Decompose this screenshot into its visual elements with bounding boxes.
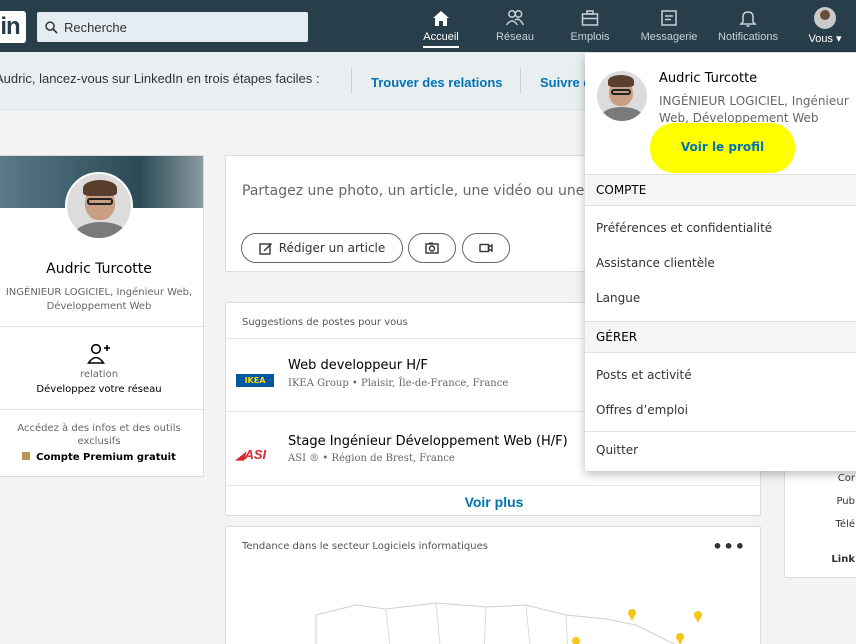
rail-link[interactable]: Cor — [838, 473, 855, 484]
jobs-header: Suggestions de postes pour vous — [242, 317, 408, 328]
grow-network-link[interactable]: Développez votre réseau — [0, 384, 205, 395]
menu-item-quit[interactable]: Quitter — [596, 443, 638, 457]
section-manage: GÉRER — [585, 321, 856, 353]
nav-jobs[interactable]: Emplois — [565, 6, 615, 52]
rail-link[interactable]: Télé — [836, 519, 856, 530]
dropdown-title: INGÉNIEUR LOGICIEL, Ingénieur Web, Dével… — [659, 94, 849, 125]
nav-network[interactable]: Réseau — [490, 6, 540, 52]
dropdown-name: Audric Turcotte — [659, 71, 758, 86]
see-more-link[interactable]: Voir plus — [226, 494, 762, 510]
nav-me-label: Vous ▾ — [808, 33, 842, 45]
nav-me[interactable]: Vous ▾ — [800, 6, 850, 52]
nav-jobs-label: Emplois — [570, 31, 610, 43]
bell-icon — [739, 11, 757, 27]
view-profile-link[interactable]: Voir le profil — [650, 140, 795, 154]
rail-link[interactable]: Pub — [836, 496, 855, 507]
divider — [520, 68, 521, 94]
menu-item-posts[interactable]: Posts et activité — [596, 368, 692, 382]
job-subtitle: IKEA Group • Plaisir, Île-de-France, Fra… — [288, 378, 509, 389]
nav-messaging-label: Messagerie — [640, 31, 698, 43]
industry-trend-card: Tendance dans le secteur Logiciels infor… — [225, 526, 761, 644]
nav-notifications-label: Notifications — [718, 31, 778, 43]
top-navigation: in Accueil Réseau Emplois Messagerie Not… — [0, 0, 856, 52]
divider — [0, 409, 205, 410]
messaging-icon — [661, 10, 677, 26]
usa-map — [315, 602, 702, 644]
find-connections-link[interactable]: Trouver des relations — [371, 75, 503, 90]
search-input[interactable] — [64, 19, 294, 35]
search-icon — [45, 20, 58, 34]
nav-home[interactable]: Accueil — [416, 6, 466, 52]
job-subtitle: ASI ® • Région de Brest, France — [288, 453, 455, 464]
camera-icon — [425, 242, 439, 254]
avatar — [814, 7, 836, 29]
ikea-logo: IKEA — [236, 374, 274, 387]
job-title[interactable]: Stage Ingénieur Développement Web (H/F) — [288, 434, 568, 449]
menu-item-jobs[interactable]: Offres d’emploi — [596, 403, 688, 417]
write-article-button[interactable]: Rédiger un article — [241, 233, 403, 263]
location-pin-icon — [676, 633, 684, 644]
photo-button[interactable] — [408, 233, 456, 263]
asi-logo-text: ASI — [244, 447, 267, 462]
location-pin-icon — [572, 637, 580, 644]
divider — [351, 68, 352, 94]
write-article-label: Rédiger un article — [278, 241, 386, 255]
edit-icon — [259, 243, 272, 255]
add-connection-icon[interactable] — [87, 343, 111, 365]
asi-logo: ◢ASI — [236, 447, 267, 463]
premium-label: Compte Premium gratuit — [36, 452, 176, 463]
premium-link[interactable]: Compte Premium gratuit — [0, 452, 205, 463]
location-pin-icon — [628, 609, 636, 621]
trend-header: Tendance dans le secteur Logiciels infor… — [242, 541, 488, 552]
network-icon — [505, 10, 525, 26]
divider — [0, 326, 205, 327]
follow-link[interactable]: Suivre d — [540, 75, 591, 90]
menu-item-language[interactable]: Langue — [596, 291, 640, 305]
video-icon — [479, 243, 493, 253]
relation-count: relation — [79, 369, 119, 380]
divider — [226, 485, 762, 486]
right-rail-card: Cor Pub Télé Link — [784, 462, 856, 578]
premium-pitch: Accédez à des infos et des outils exclus… — [17, 423, 181, 447]
video-button[interactable] — [462, 233, 510, 263]
profile-photo[interactable] — [65, 172, 133, 240]
linkedin-logo[interactable]: in — [0, 11, 26, 43]
profile-name[interactable]: Audric Turcotte — [0, 261, 205, 277]
location-pin-icon — [694, 611, 702, 623]
premium-icon — [22, 452, 31, 460]
profile-title: INGÉNIEUR LOGICIEL, Ingénieur Web, Dével… — [5, 287, 193, 312]
nav-home-label: Accueil — [423, 31, 459, 48]
home-icon — [433, 11, 449, 26]
job-title[interactable]: Web developpeur H/F — [288, 358, 428, 373]
section-account: COMPTE — [585, 174, 856, 206]
divider — [585, 431, 856, 432]
menu-item-help[interactable]: Assistance clientèle — [596, 256, 715, 270]
nav-network-label: Réseau — [496, 31, 534, 43]
menu-item-privacy[interactable]: Préférences et confidentialité — [596, 221, 772, 235]
profile-card: Audric Turcotte INGÉNIEUR LOGICIEL, Ingé… — [0, 155, 205, 477]
dropdown-avatar — [597, 71, 647, 121]
onboarding-message: Audric, lancez-vous sur LinkedIn en troi… — [0, 71, 320, 86]
search-box[interactable] — [37, 12, 308, 42]
briefcase-icon — [581, 10, 599, 26]
nav-notifications[interactable]: Notifications — [712, 6, 784, 52]
share-prompt[interactable]: Partagez une photo, un article, une vidé… — [242, 183, 619, 199]
nav-messaging[interactable]: Messagerie — [638, 6, 700, 52]
rail-link[interactable]: Link — [831, 554, 855, 565]
more-options-icon[interactable]: ••• — [712, 537, 746, 556]
account-dropdown: Audric Turcotte INGÉNIEUR LOGICIEL, Ingé… — [585, 53, 856, 471]
